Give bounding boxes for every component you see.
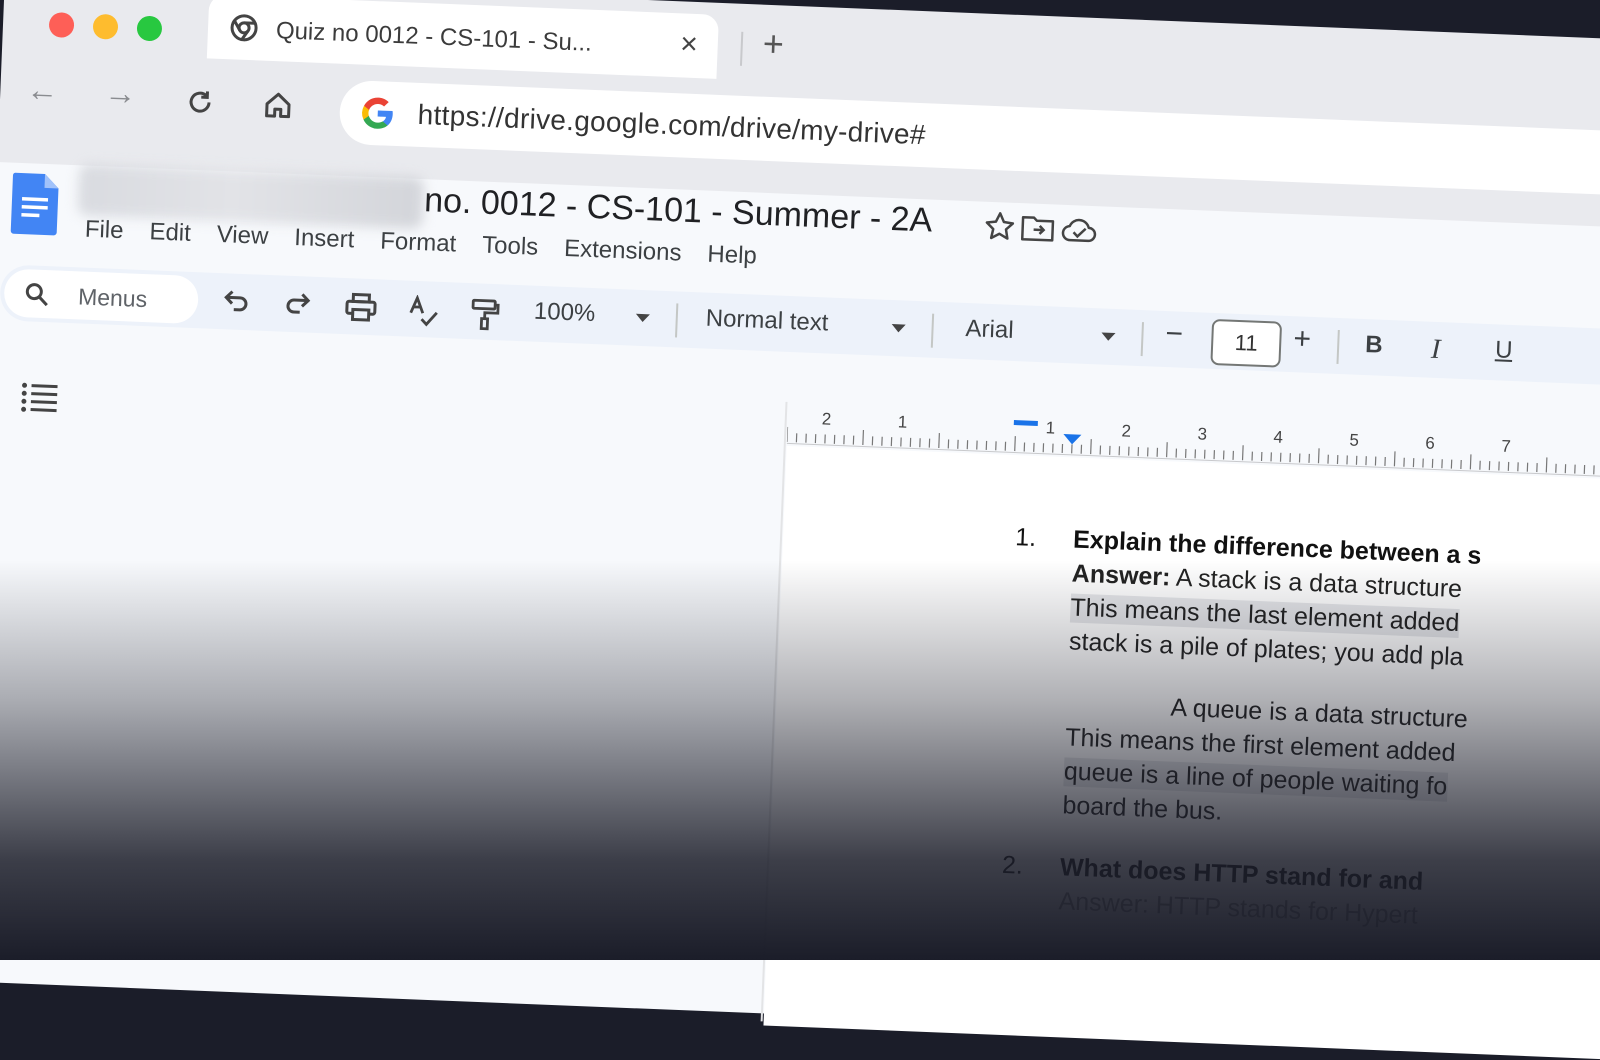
ruler-tick <box>1318 448 1319 463</box>
browser-window: Quiz no 0012 - CS-101 - Su... × + ← → ht… <box>0 0 1600 998</box>
toolbar-divider <box>931 314 934 348</box>
menus-search[interactable]: Menus <box>3 268 199 324</box>
font-dropdown-icon[interactable] <box>1101 332 1115 341</box>
maximize-window-button[interactable] <box>136 16 162 42</box>
url-text: https://drive.google.com/drive/my-drive# <box>417 99 926 151</box>
ruler-label: 5 <box>1349 431 1359 450</box>
new-tab-button[interactable]: + <box>762 23 785 66</box>
cloud-icon[interactable] <box>1060 215 1099 247</box>
paint-format-icon[interactable] <box>469 297 500 332</box>
menu-extensions[interactable]: Extensions <box>564 235 682 268</box>
close-tab-button[interactable]: × <box>680 27 699 62</box>
bold-button[interactable]: B <box>1365 331 1383 360</box>
zoom-select[interactable]: 100% <box>533 298 595 328</box>
ruler-label: 3 <box>1197 424 1207 443</box>
toolbar-divider <box>1336 330 1339 364</box>
decrease-font-size-button[interactable]: − <box>1165 317 1184 352</box>
italic-button[interactable]: I <box>1430 334 1441 366</box>
style-dropdown-icon[interactable] <box>891 324 905 333</box>
ruler-tick <box>1394 451 1395 466</box>
underline-button[interactable]: U <box>1495 336 1513 365</box>
star-icon[interactable] <box>983 210 1016 243</box>
forward-button[interactable]: → <box>104 74 137 112</box>
editing-toolbar: Menus 100 <box>0 264 1600 386</box>
menu-insert[interactable]: Insert <box>294 224 355 254</box>
ruler-label: 1 <box>897 412 907 431</box>
q1-line4: A queue is a data structure <box>1170 694 1468 735</box>
style-select[interactable]: Normal text <box>705 305 829 338</box>
ruler-tick <box>1015 436 1016 451</box>
ruler-label: 7 <box>1501 437 1511 456</box>
document-page[interactable]: 1. Explain the difference between a s An… <box>763 446 1600 1060</box>
google-icon <box>359 95 396 132</box>
left-indent-marker <box>1063 434 1081 445</box>
ruler-tick <box>1243 445 1244 460</box>
first-line-indent-marker <box>1014 420 1038 426</box>
docs-icon[interactable] <box>9 171 62 237</box>
print-icon[interactable] <box>343 292 378 323</box>
ruler-tick <box>863 430 864 445</box>
ruler-tick <box>939 433 940 448</box>
close-window-button[interactable] <box>49 12 75 38</box>
q2-number: 2. <box>1001 851 1023 881</box>
q1-number: 1. <box>1015 523 1037 553</box>
font-select[interactable]: Arial <box>965 315 1014 345</box>
menu-view[interactable]: View <box>216 221 269 251</box>
increase-font-size-button[interactable]: + <box>1293 322 1312 357</box>
title-actions <box>983 210 1099 252</box>
address-bar[interactable]: https://drive.google.com/drive/my-drive# <box>339 80 1600 197</box>
browser-tab[interactable]: Quiz no 0012 - CS-101 - Su... × <box>207 0 719 79</box>
ruler-tick <box>1091 439 1092 454</box>
redo-icon[interactable] <box>284 290 313 317</box>
docs-app: no. 0012 - CS-101 - Summer - 2A FileEdit… <box>0 162 1600 1048</box>
reload-icon[interactable] <box>183 85 216 118</box>
home-icon[interactable] <box>261 89 294 122</box>
search-icon <box>24 281 51 308</box>
outline-icon[interactable] <box>19 381 60 415</box>
ruler-tick <box>1470 454 1471 469</box>
ruler-label: 6 <box>1425 434 1435 453</box>
tab-title: Quiz no 0012 - CS-101 - Su... <box>275 17 592 58</box>
menu-edit[interactable]: Edit <box>149 218 191 248</box>
undo-icon[interactable] <box>222 287 251 314</box>
move-folder-icon[interactable] <box>1020 211 1057 244</box>
menu-format[interactable]: Format <box>380 227 457 258</box>
ruler-tick <box>1546 457 1547 472</box>
toolbar-divider <box>675 303 678 337</box>
zoom-dropdown-icon[interactable] <box>636 314 650 323</box>
chrome-icon <box>230 13 259 42</box>
toolbar-divider <box>1141 322 1144 356</box>
ruler-label: 2 <box>821 409 831 428</box>
spellcheck-icon[interactable] <box>407 295 440 328</box>
answer-label: Answer: <box>1071 559 1171 591</box>
menu-file[interactable]: File <box>84 216 124 246</box>
tab-separator <box>740 32 743 66</box>
ruler-tick <box>787 427 788 442</box>
menus-label: Menus <box>78 283 148 313</box>
minimize-window-button[interactable] <box>93 14 119 40</box>
menu-tools[interactable]: Tools <box>482 232 539 262</box>
font-size-input[interactable]: 11 <box>1210 319 1282 368</box>
q1-line1: A stack is a data structure <box>1170 563 1463 603</box>
q1-line7: board the bus. <box>1062 791 1223 826</box>
ruler-label: 2 <box>1121 421 1131 440</box>
menu-help[interactable]: Help <box>707 241 757 271</box>
ruler-label: 4 <box>1273 427 1283 446</box>
ruler-tick <box>1167 442 1168 457</box>
ruler-label: 1 <box>1045 418 1055 437</box>
back-button[interactable]: ← <box>26 71 59 109</box>
